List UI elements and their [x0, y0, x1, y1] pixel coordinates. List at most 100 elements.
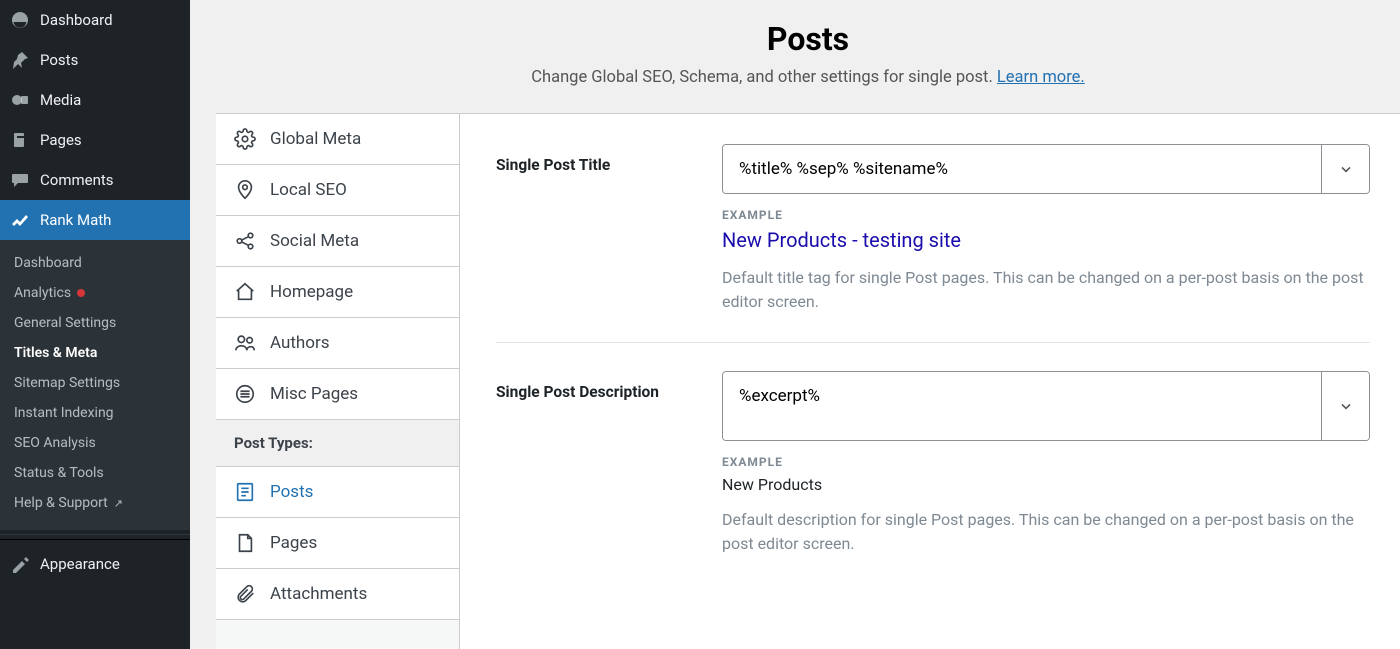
pages-icon: [10, 130, 30, 150]
page-header: Posts Change Global SEO, Schema, and oth…: [216, 0, 1400, 114]
share-icon: [234, 230, 256, 252]
submenu-label: Help & Support: [14, 495, 108, 511]
rankmath-submenu: Dashboard Analytics General Settings Tit…: [0, 240, 190, 530]
content-area: Posts Change Global SEO, Schema, and oth…: [216, 0, 1400, 649]
submenu-label: SEO Analysis: [14, 435, 96, 451]
field-body: EXAMPLE New Products Default description…: [722, 371, 1370, 556]
rankmath-icon: [10, 210, 30, 230]
submenu-label: Analytics: [14, 285, 71, 301]
secnav-global-meta[interactable]: Global Meta: [216, 114, 459, 165]
submenu-seo-analysis[interactable]: SEO Analysis: [0, 428, 190, 458]
secnav-local-seo[interactable]: Local SEO: [216, 165, 459, 216]
menu-label: Posts: [40, 51, 78, 69]
chevron-down-icon: [1338, 398, 1354, 414]
secnav-social-meta[interactable]: Social Meta: [216, 216, 459, 267]
submenu-label: Instant Indexing: [14, 405, 114, 421]
menu-label: Rank Math: [40, 211, 111, 229]
submenu-dashboard[interactable]: Dashboard: [0, 248, 190, 278]
menu-media[interactable]: Media: [0, 80, 190, 120]
menu-label: Media: [40, 91, 81, 109]
secnav-heading-post-types: Post Types:: [216, 420, 459, 467]
page-subtitle: Change Global SEO, Schema, and other set…: [236, 68, 1380, 87]
secnav-label: Misc Pages: [270, 384, 358, 404]
pin-icon: [10, 50, 30, 70]
media-icon: [10, 90, 30, 110]
description-input[interactable]: [723, 372, 1321, 440]
secnav-label: Authors: [270, 333, 330, 353]
attachment-icon: [234, 583, 256, 605]
submenu-label: Status & Tools: [14, 465, 104, 481]
submenu-help-support[interactable]: Help & Support ↗: [0, 488, 190, 518]
secnav-label: Local SEO: [270, 180, 347, 200]
secnav-label: Pages: [270, 533, 317, 553]
description-combo: [722, 371, 1370, 441]
secnav-label: Homepage: [270, 282, 353, 302]
menu-label: Pages: [40, 131, 82, 149]
secnav-misc-pages[interactable]: Misc Pages: [216, 369, 459, 420]
learn-more-link[interactable]: Learn more.: [997, 68, 1085, 87]
gear-icon: [234, 128, 256, 150]
submenu-general-settings[interactable]: General Settings: [0, 308, 190, 338]
help-text: Default description for single Post page…: [722, 508, 1370, 556]
submenu-instant-indexing[interactable]: Instant Indexing: [0, 398, 190, 428]
home-icon: [234, 281, 256, 303]
post-icon: [234, 481, 256, 503]
menu-label: Dashboard: [40, 11, 113, 29]
appearance-icon: [10, 554, 30, 574]
wp-admin-sidebar: Dashboard Posts Media Pages Comments Ran…: [0, 0, 190, 649]
secnav-posts[interactable]: Posts: [216, 467, 459, 518]
field-label: Single Post Title: [496, 144, 698, 314]
secnav-label: Attachments: [270, 584, 367, 604]
menu-label: Comments: [40, 171, 114, 189]
page-title: Posts: [236, 20, 1380, 58]
example-label: EXAMPLE: [722, 208, 1370, 222]
comments-icon: [10, 170, 30, 190]
submenu-analytics[interactable]: Analytics: [0, 278, 190, 308]
list-icon: [234, 383, 256, 405]
settings-panel: Single Post Title EXAMPLE New Products -…: [460, 114, 1400, 649]
page-icon: [234, 532, 256, 554]
secnav-label: Posts: [270, 482, 313, 502]
settings-columns: Global Meta Local SEO Social Meta Homepa…: [216, 114, 1400, 649]
variables-dropdown-button[interactable]: [1321, 145, 1369, 193]
menu-rankmath[interactable]: Rank Math: [0, 200, 190, 240]
menu-dashboard[interactable]: Dashboard: [0, 0, 190, 40]
submenu-label: Titles & Meta: [14, 345, 97, 361]
menu-appearance[interactable]: Appearance: [0, 544, 190, 584]
chevron-down-icon: [1338, 161, 1354, 177]
secnav-authors[interactable]: Authors: [216, 318, 459, 369]
title-input[interactable]: [723, 145, 1321, 193]
field-single-post-description: Single Post Description EXAMPLE New Prod…: [496, 371, 1370, 556]
secnav-label: Social Meta: [270, 231, 359, 251]
submenu-label: Dashboard: [14, 255, 82, 271]
field-body: EXAMPLE New Products - testing site Defa…: [722, 144, 1370, 314]
field-label: Single Post Description: [496, 371, 698, 556]
submenu-sitemap[interactable]: Sitemap Settings: [0, 368, 190, 398]
secnav-label: Global Meta: [270, 129, 361, 149]
submenu-status-tools[interactable]: Status & Tools: [0, 458, 190, 488]
users-icon: [234, 332, 256, 354]
submenu-label: General Settings: [14, 315, 116, 331]
menu-separator: [0, 534, 190, 540]
external-link-icon: ↗: [114, 497, 123, 510]
menu-posts[interactable]: Posts: [0, 40, 190, 80]
example-preview-text: New Products: [722, 475, 1370, 494]
location-icon: [234, 179, 256, 201]
submenu-label: Sitemap Settings: [14, 375, 120, 391]
menu-pages[interactable]: Pages: [0, 120, 190, 160]
submenu-titles-meta[interactable]: Titles & Meta: [0, 338, 190, 368]
title-combo: [722, 144, 1370, 194]
help-text: Default title tag for single Post pages.…: [722, 266, 1370, 314]
menu-comments[interactable]: Comments: [0, 160, 190, 200]
example-preview-link: New Products - testing site: [722, 228, 1370, 252]
variables-dropdown-button[interactable]: [1321, 372, 1369, 440]
menu-label: Appearance: [40, 555, 120, 573]
dashboard-icon: [10, 10, 30, 30]
secnav-attachments[interactable]: Attachments: [216, 569, 459, 620]
example-label: EXAMPLE: [722, 455, 1370, 469]
secnav-pages[interactable]: Pages: [216, 518, 459, 569]
alert-dot-icon: [77, 289, 85, 297]
secnav-homepage[interactable]: Homepage: [216, 267, 459, 318]
settings-nav: Global Meta Local SEO Social Meta Homepa…: [216, 114, 460, 649]
field-single-post-title: Single Post Title EXAMPLE New Products -…: [496, 144, 1370, 343]
